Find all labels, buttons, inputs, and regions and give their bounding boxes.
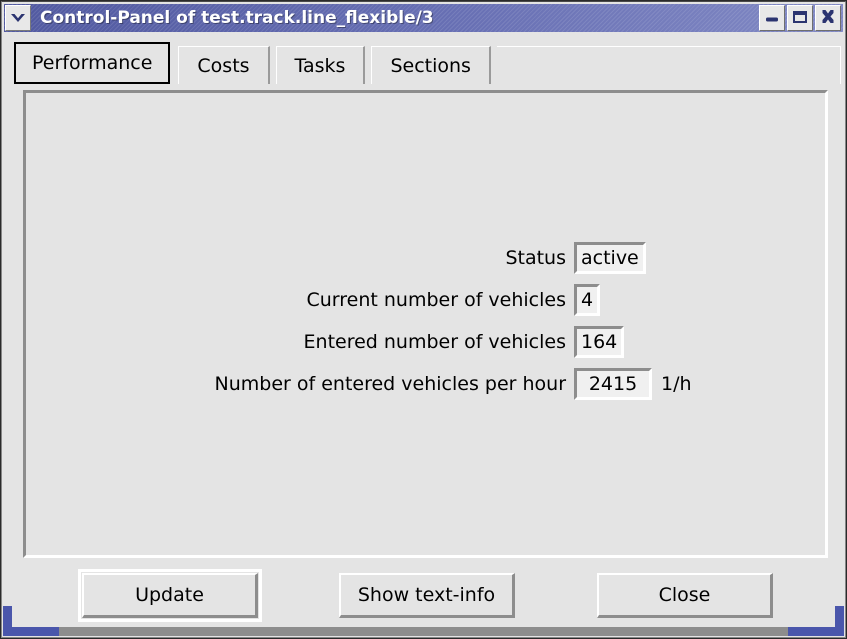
value-status: active [574, 242, 646, 274]
close-button[interactable] [815, 5, 841, 31]
value-current-vehicles: 4 [574, 284, 601, 316]
show-text-info-button-wrap: Show text-info [339, 572, 515, 618]
minimize-icon [764, 9, 780, 28]
minimize-button[interactable] [759, 5, 785, 31]
tab-sections-label: Sections [390, 54, 471, 77]
label-vehicles-per-hour: Number of entered vehicles per hour [214, 373, 567, 395]
show-text-info-button[interactable]: Show text-info [339, 572, 515, 618]
close-icon [820, 9, 836, 28]
unit-vehicles-per-hour: 1/h [661, 373, 692, 395]
tab-performance[interactable]: Performance [14, 42, 171, 84]
tab-bar: Performance Costs Tasks Sections [6, 36, 841, 84]
window-title: Control-Panel of test.track.line_flexibl… [40, 8, 434, 28]
close-dialog-button-label: Close [658, 583, 711, 606]
frame-corner-accent-left [3, 606, 12, 636]
tab-performance-label: Performance [32, 52, 153, 74]
frame-corner-accent-right [835, 606, 844, 636]
bottom-frame-bar [3, 627, 844, 636]
form-row-entered-vehicles: Entered number of vehicles 164 [26, 325, 825, 359]
update-button-default-ring: Update [78, 568, 262, 622]
form-row-status: Status active [26, 241, 825, 275]
update-button-label: Update [135, 583, 204, 606]
tab-bar-filler [496, 46, 841, 84]
close-dialog-button-wrap: Close [597, 572, 773, 618]
value-vehicles-per-hour: 2415 [574, 368, 652, 400]
performance-panel: Status active Current number of vehicles… [23, 90, 828, 558]
window-controls [759, 5, 843, 31]
button-bar: Update Show text-info Close [6, 564, 841, 626]
update-button[interactable]: Update [82, 572, 258, 618]
tab-costs-label: Costs [197, 54, 250, 77]
application-window: Control-Panel of test.track.line_flexibl… [0, 0, 847, 639]
maximize-icon [792, 9, 808, 28]
label-entered-vehicles: Entered number of vehicles [303, 331, 566, 353]
form-row-vehicles-per-hour: Number of entered vehicles per hour 2415… [26, 367, 825, 401]
tab-tasks[interactable]: Tasks [275, 46, 366, 84]
form-row-current-vehicles: Current number of vehicles 4 [26, 283, 825, 317]
window-menu-button[interactable] [5, 5, 31, 31]
close-dialog-button[interactable]: Close [597, 572, 773, 618]
title-bar[interactable]: Control-Panel of test.track.line_flexibl… [4, 4, 843, 32]
performance-form: Status active Current number of vehicles… [26, 241, 825, 409]
chevron-down-icon [10, 9, 26, 28]
tab-costs[interactable]: Costs [178, 46, 270, 84]
label-status: Status [505, 247, 566, 269]
value-entered-vehicles: 164 [574, 326, 625, 358]
tab-sections[interactable]: Sections [371, 46, 491, 84]
tab-tasks-label: Tasks [294, 54, 346, 77]
label-current-vehicles: Current number of vehicles [306, 289, 566, 311]
show-text-info-button-label: Show text-info [357, 583, 496, 606]
maximize-button[interactable] [787, 5, 813, 31]
